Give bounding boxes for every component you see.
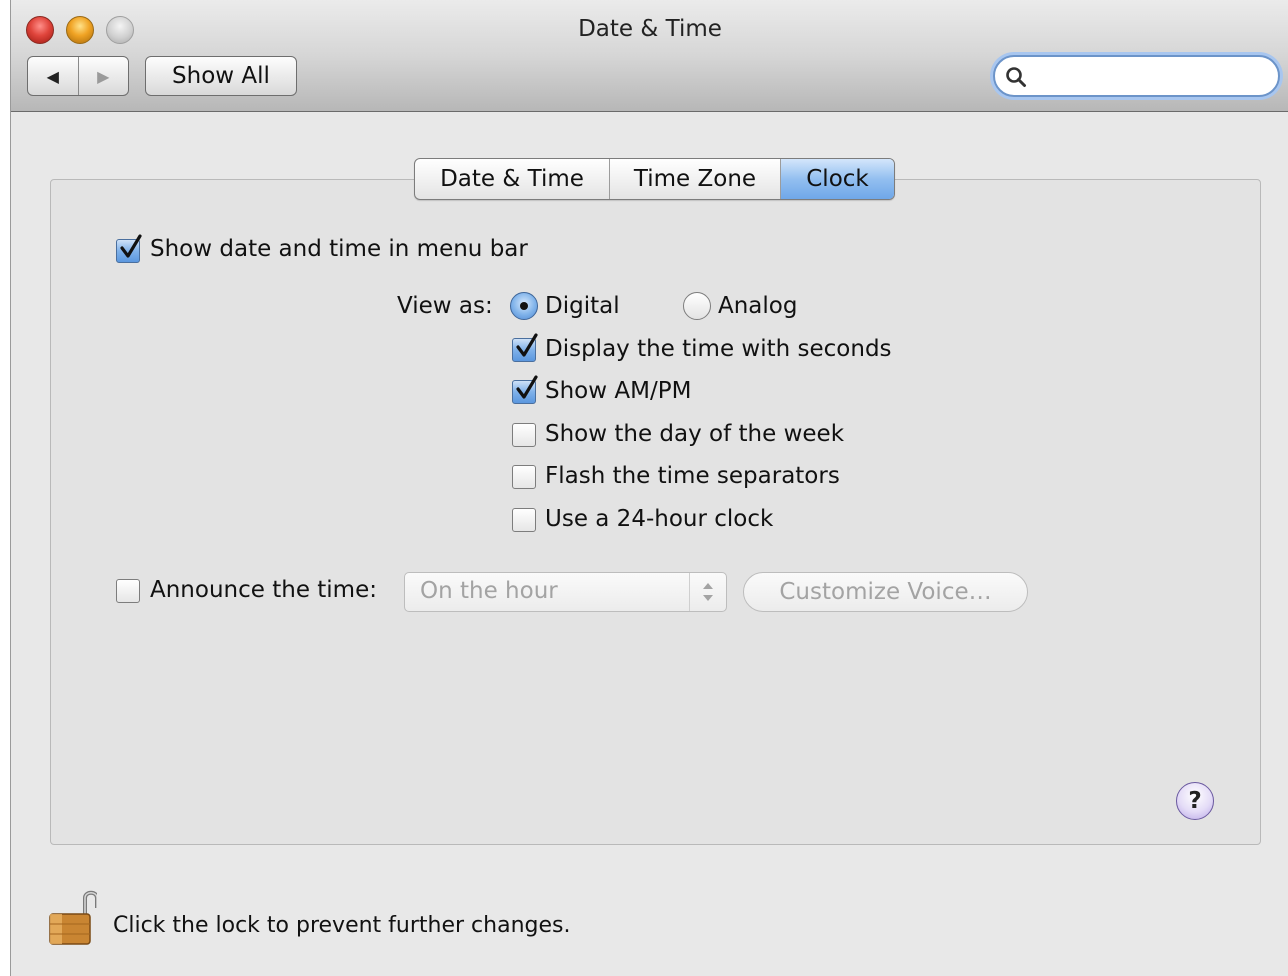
search-icon — [1006, 67, 1026, 87]
announce-frequency-value: On the hour — [420, 578, 558, 604]
lock-status-text: Click the lock to prevent further change… — [113, 913, 571, 938]
show-in-menu-bar-label[interactable]: Show date and time in menu bar — [150, 236, 528, 262]
show-am-pm-label[interactable]: Show AM/PM — [545, 378, 691, 404]
flash-separators-label[interactable]: Flash the time separators — [545, 463, 840, 489]
lock-icon[interactable] — [47, 886, 97, 946]
use-24-hour-label[interactable]: Use a 24-hour clock — [545, 506, 773, 532]
tab-bar: Date & Time Time Zone Clock — [414, 158, 895, 200]
digital-radio-label[interactable]: Digital — [545, 293, 620, 319]
help-button[interactable]: ? — [1176, 782, 1214, 820]
popup-arrows-icon — [689, 573, 726, 611]
tab-date-time[interactable]: Date & Time — [415, 159, 609, 199]
checkmark-icon — [120, 234, 142, 258]
analog-radio[interactable] — [683, 292, 711, 320]
flash-separators-checkbox[interactable] — [512, 465, 536, 489]
show-day-of-week-label[interactable]: Show the day of the week — [545, 421, 844, 447]
window-title: Date & Time — [578, 16, 722, 42]
display-seconds-label[interactable]: Display the time with seconds — [545, 336, 892, 362]
customize-voice-button[interactable]: Customize Voice… — [743, 572, 1028, 612]
show-all-button[interactable]: Show All — [145, 56, 297, 96]
analog-radio-label[interactable]: Analog — [718, 293, 797, 319]
tab-time-zone[interactable]: Time Zone — [609, 159, 780, 199]
display-seconds-checkbox[interactable] — [512, 333, 538, 362]
back-button[interactable]: ◀ — [28, 57, 78, 95]
announce-frequency-popup[interactable]: On the hour — [404, 572, 727, 612]
tab-clock[interactable]: Clock — [780, 159, 894, 199]
search-field[interactable] — [993, 55, 1280, 97]
preferences-window: Date & Time ◀ ▶ Show All Date & Time Tim… — [10, 0, 1288, 976]
show-day-of-week-checkbox[interactable] — [512, 423, 536, 447]
forward-button[interactable]: ▶ — [77, 57, 129, 95]
show-am-pm-checkbox[interactable] — [512, 375, 538, 404]
digital-radio[interactable] — [510, 292, 538, 320]
use-24-hour-checkbox[interactable] — [512, 508, 536, 532]
back-forward-group: ◀ ▶ — [27, 56, 129, 96]
announce-time-label[interactable]: Announce the time: — [150, 577, 377, 603]
search-input[interactable] — [1033, 61, 1267, 91]
checkmark-icon — [516, 333, 538, 357]
title-bar: Date & Time ◀ ▶ Show All — [11, 0, 1288, 112]
show-in-menu-bar-checkbox[interactable] — [116, 234, 142, 263]
announce-time-checkbox[interactable] — [116, 579, 140, 603]
view-as-label: View as: — [397, 293, 493, 319]
checkmark-icon — [516, 375, 538, 399]
